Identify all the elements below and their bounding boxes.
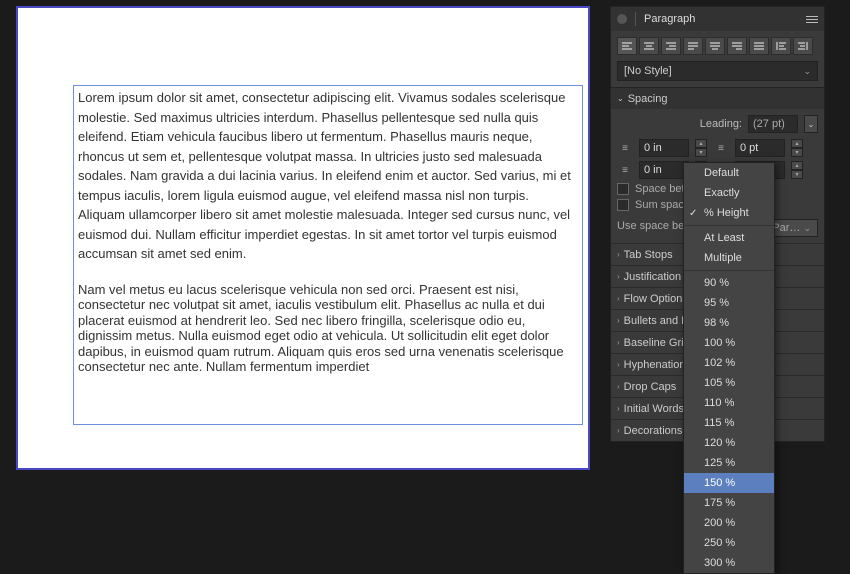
- left-indent-stepper[interactable]: ▴▾: [695, 139, 707, 157]
- leading-option-150[interactable]: 150 %: [684, 473, 774, 493]
- paragraph-1[interactable]: Lorem ipsum dolor sit amet, consectetur …: [78, 88, 578, 264]
- align-away-spine-button[interactable]: [793, 37, 813, 55]
- leading-option-98[interactable]: 98 %: [684, 313, 774, 333]
- leading-option-pct-height[interactable]: % Height: [684, 203, 774, 223]
- left-indent-field[interactable]: 0 in: [639, 139, 689, 157]
- align-towards-spine-button[interactable]: [771, 37, 791, 55]
- paragraph-2[interactable]: Nam vel metus eu lacus scelerisque vehic…: [78, 282, 578, 376]
- justify-center-button[interactable]: [705, 37, 725, 55]
- close-icon[interactable]: [617, 14, 627, 24]
- leading-option-175[interactable]: 175 %: [684, 493, 774, 513]
- leading-value-field[interactable]: (27 pt): [748, 115, 798, 133]
- chevron-down-icon: ⌄: [803, 66, 811, 77]
- panel-menu-icon[interactable]: [806, 16, 818, 23]
- leading-option-90[interactable]: 90 %: [684, 273, 774, 293]
- leading-option-200[interactable]: 200 %: [684, 513, 774, 533]
- right-indent-icon: ≡: [617, 165, 633, 176]
- leading-option-multiple[interactable]: Multiple: [684, 248, 774, 268]
- leading-dropdown-popup: Default Exactly % Height At Least Multip…: [683, 162, 775, 574]
- space-between-checkbox[interactable]: [617, 183, 629, 195]
- leading-option-110[interactable]: 110 %: [684, 393, 774, 413]
- leading-option-120[interactable]: 120 %: [684, 433, 774, 453]
- right-indent-field[interactable]: 0 in: [639, 161, 689, 179]
- leading-option-exactly[interactable]: Exactly: [684, 183, 774, 203]
- text-frame[interactable]: Lorem ipsum dolor sit amet, consectetur …: [73, 85, 583, 425]
- leading-option-300[interactable]: 300 %: [684, 553, 774, 573]
- leading-option-125[interactable]: 125 %: [684, 453, 774, 473]
- header-separator: [635, 12, 636, 26]
- document-canvas[interactable]: Lorem ipsum dolor sit amet, consectetur …: [18, 8, 588, 468]
- space-before-icon: ≡: [713, 143, 729, 154]
- justify-left-button[interactable]: [683, 37, 703, 55]
- align-left-button[interactable]: [617, 37, 637, 55]
- leading-option-100[interactable]: 100 %: [684, 333, 774, 353]
- leading-option-default[interactable]: Default: [684, 163, 774, 183]
- chevron-down-icon: ⌄: [617, 94, 624, 103]
- justify-all-button[interactable]: [749, 37, 769, 55]
- section-label: Spacing: [628, 93, 668, 105]
- left-indent-icon: ≡: [617, 143, 633, 154]
- leading-option-115[interactable]: 115 %: [684, 413, 774, 433]
- space-before-stepper[interactable]: ▴▾: [791, 139, 803, 157]
- dropdown-separator: [684, 270, 774, 271]
- justify-right-button[interactable]: [727, 37, 747, 55]
- leading-dropdown-button[interactable]: ⌄: [804, 115, 818, 133]
- align-center-button[interactable]: [639, 37, 659, 55]
- dropdown-separator: [684, 225, 774, 226]
- panel-title: Paragraph: [644, 13, 798, 25]
- leading-option-at-least[interactable]: At Least: [684, 228, 774, 248]
- sum-space-checkbox[interactable]: [617, 199, 629, 211]
- leading-label: Leading:: [700, 118, 742, 130]
- spacing-section-header[interactable]: ⌄ Spacing: [611, 87, 824, 109]
- alignment-toolbar: [611, 31, 824, 61]
- space-before-field[interactable]: 0 pt: [735, 139, 785, 157]
- panel-header: Paragraph: [611, 7, 824, 31]
- paragraph-style-value: [No Style]: [624, 65, 672, 77]
- leading-option-250[interactable]: 250 %: [684, 533, 774, 553]
- align-right-button[interactable]: [661, 37, 681, 55]
- space-after-stepper[interactable]: ▴▾: [791, 161, 803, 179]
- leading-option-95[interactable]: 95 %: [684, 293, 774, 313]
- paragraph-style-dropdown[interactable]: [No Style] ⌄: [617, 61, 818, 81]
- leading-option-102[interactable]: 102 %: [684, 353, 774, 373]
- leading-option-105[interactable]: 105 %: [684, 373, 774, 393]
